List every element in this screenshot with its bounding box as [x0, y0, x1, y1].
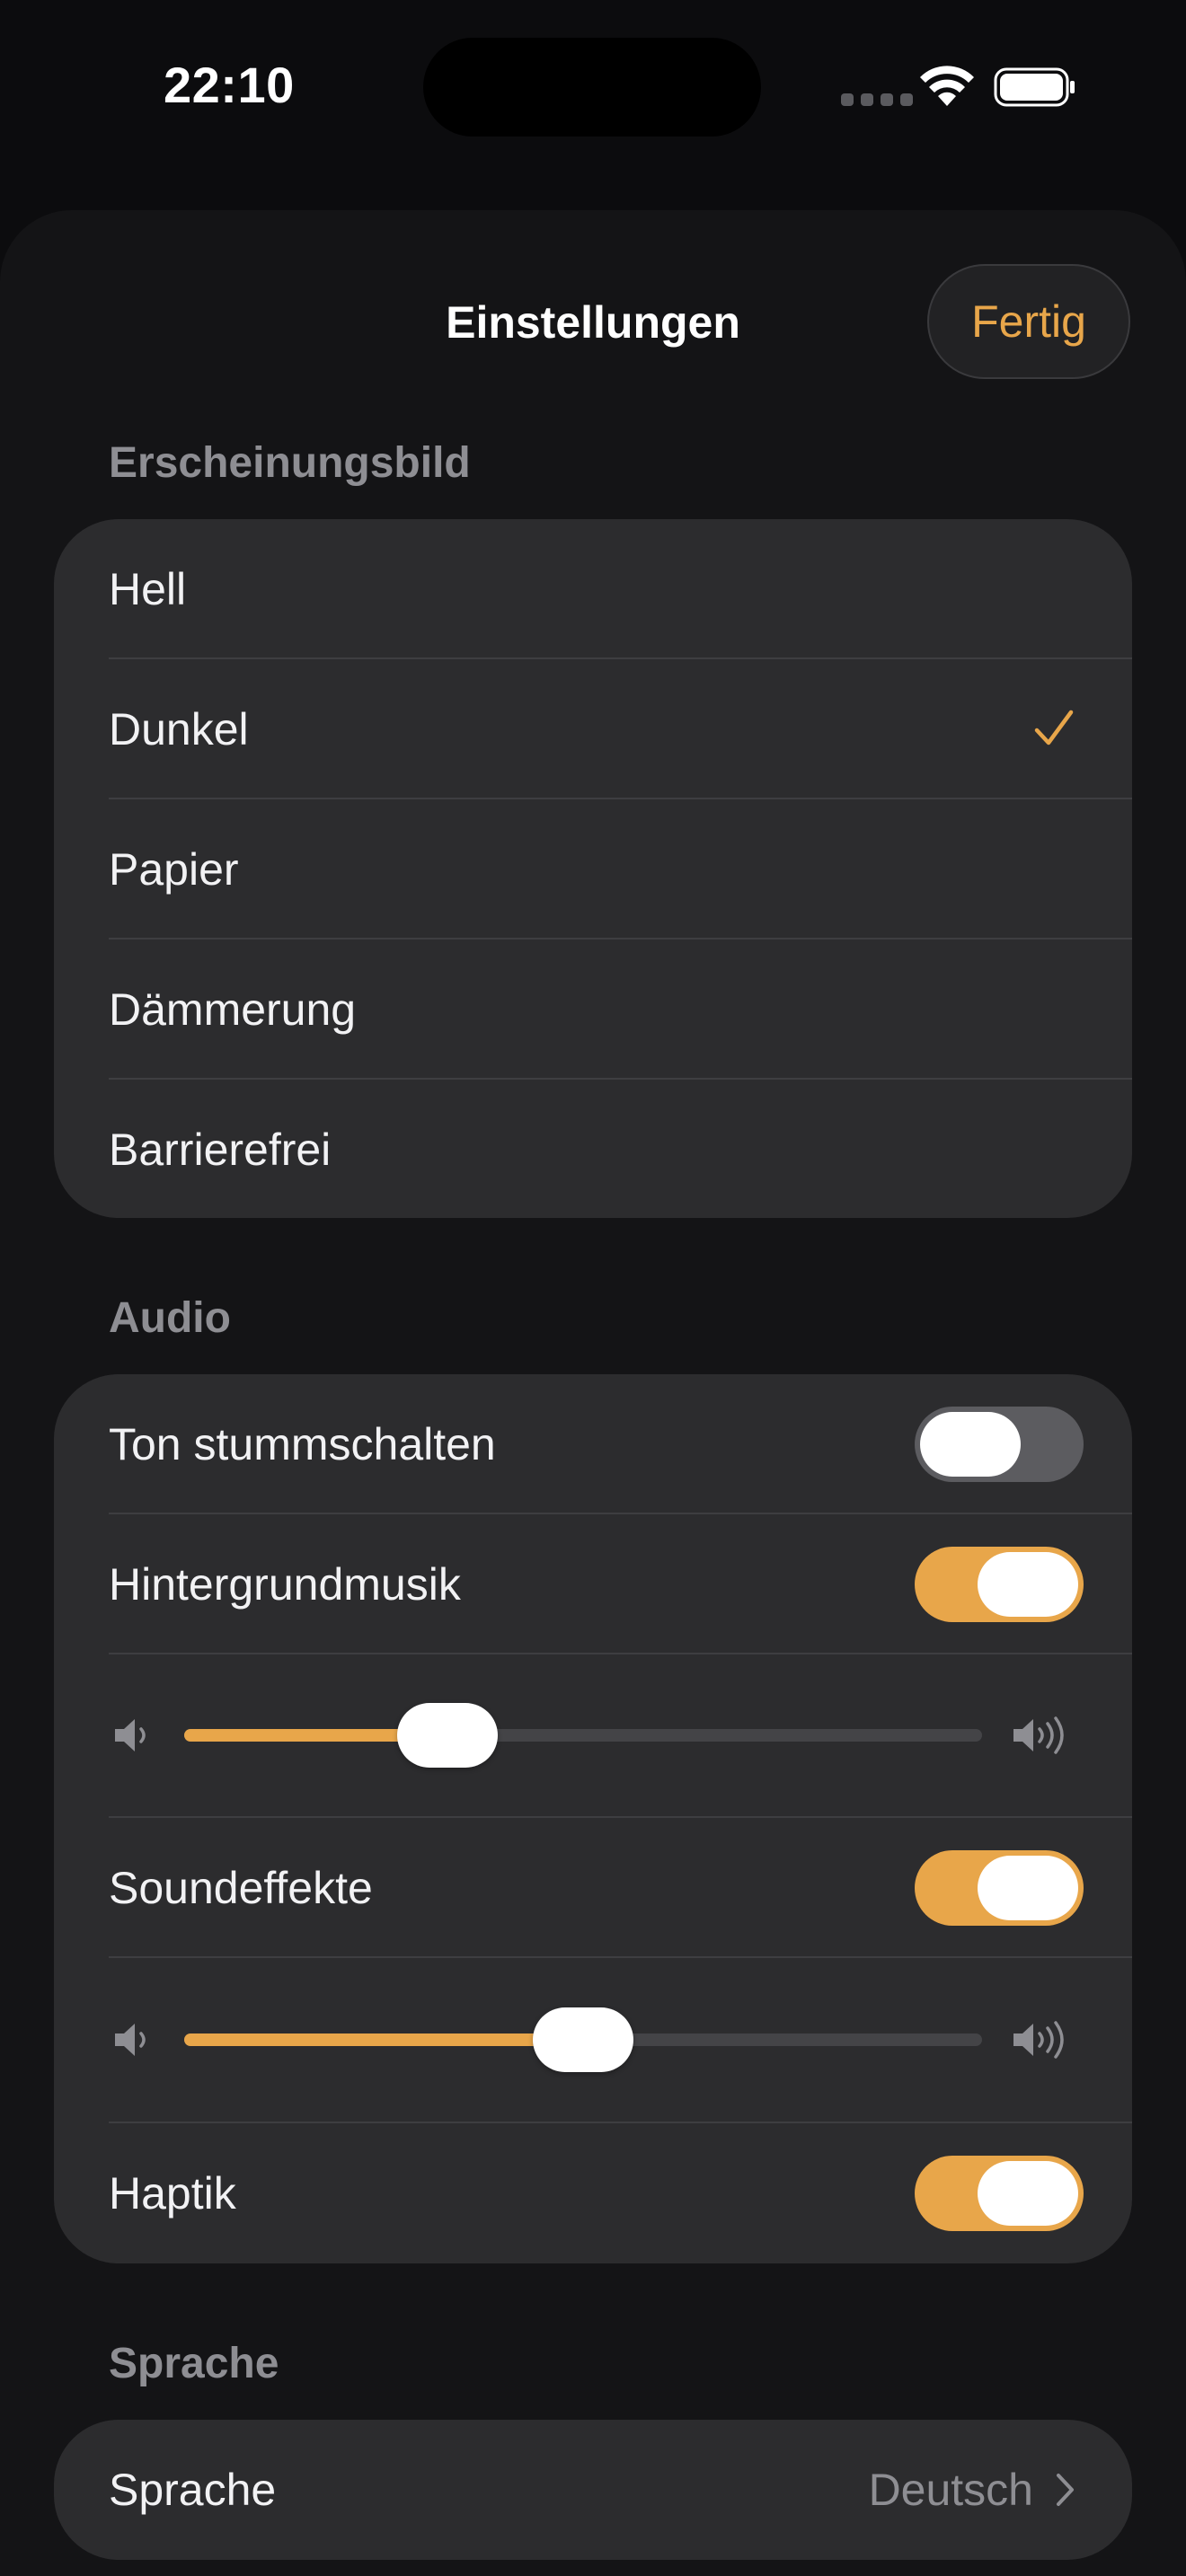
- haptics-row: Haptik: [54, 2123, 1132, 2263]
- slider-thumb[interactable]: [533, 2007, 633, 2072]
- toggle-knob: [978, 2161, 1078, 2226]
- settings-screen: 22:10 Einstellungen Fertig Erscheinungsb…: [0, 0, 1186, 2576]
- chevron-right-icon: [1057, 2474, 1074, 2506]
- audio-group: Ton stummschalten Hintergrundmusik Sound…: [54, 1374, 1132, 2263]
- wifi-icon: [920, 66, 974, 106]
- mute-toggle[interactable]: [915, 1407, 1084, 1482]
- appearance-option-light[interactable]: Hell: [54, 519, 1132, 659]
- done-button[interactable]: Fertig: [927, 264, 1130, 379]
- toggle-knob: [978, 1856, 1078, 1920]
- slider-thumb[interactable]: [397, 1703, 499, 1768]
- language-group: Sprache Deutsch: [54, 2420, 1132, 2560]
- effects-volume-row: [54, 1958, 1132, 2122]
- language-row[interactable]: Sprache Deutsch: [54, 2420, 1132, 2560]
- music-row: Hintergrundmusik: [54, 1514, 1132, 1654]
- haptics-toggle[interactable]: [915, 2156, 1084, 2231]
- music-volume-row: [54, 1654, 1132, 1816]
- music-toggle[interactable]: [915, 1547, 1084, 1622]
- effects-label: Soundeffekte: [109, 1863, 373, 1913]
- section-header-audio: Audio: [109, 1294, 231, 1342]
- section-header-appearance: Erscheinungsbild: [109, 439, 471, 487]
- music-label: Hintergrundmusik: [109, 1559, 461, 1610]
- appearance-option-accessible[interactable]: Barrierefrei: [54, 1080, 1132, 1218]
- effects-volume-slider[interactable]: [184, 2007, 982, 2072]
- section-header-language: Sprache: [109, 2340, 279, 2387]
- appearance-option-paper[interactable]: Papier: [54, 799, 1132, 940]
- appearance-option-dusk[interactable]: Dämmerung: [54, 940, 1132, 1080]
- toggle-knob: [978, 1552, 1078, 1617]
- appearance-option-label: Papier: [109, 844, 239, 895]
- toggle-knob: [920, 1412, 1021, 1477]
- speaker-low-icon: [115, 2024, 146, 2056]
- music-volume-slider[interactable]: [184, 1703, 982, 1768]
- dynamic-island: [423, 38, 761, 137]
- effects-row: Soundeffekte: [54, 1818, 1132, 1958]
- haptics-label: Haptik: [109, 2168, 236, 2219]
- appearance-option-label: Dämmerung: [109, 984, 357, 1035]
- effects-toggle[interactable]: [915, 1850, 1084, 1926]
- speaker-high-icon: [1013, 2021, 1064, 2059]
- language-label: Sprache: [109, 2465, 277, 2515]
- appearance-option-label: Barrierefrei: [109, 1125, 332, 1175]
- appearance-option-dark[interactable]: Dunkel: [54, 659, 1132, 799]
- appearance-option-label: Dunkel: [109, 704, 249, 754]
- speaker-high-icon: [1013, 1716, 1064, 1754]
- slider-fill: [184, 2033, 583, 2046]
- status-time: 22:10: [164, 57, 295, 113]
- cellular-signal-icon: [841, 93, 913, 106]
- language-value: Deutsch: [868, 2465, 1033, 2515]
- battery-icon: [994, 67, 1075, 107]
- speaker-low-icon: [115, 1719, 146, 1751]
- appearance-group: Hell Dunkel Papier Dämmerung Barrierefre…: [54, 519, 1132, 1218]
- checkmark-icon: [1034, 710, 1074, 745]
- mute-row: Ton stummschalten: [54, 1374, 1132, 1514]
- appearance-option-label: Hell: [109, 564, 187, 614]
- mute-label: Ton stummschalten: [109, 1419, 496, 1469]
